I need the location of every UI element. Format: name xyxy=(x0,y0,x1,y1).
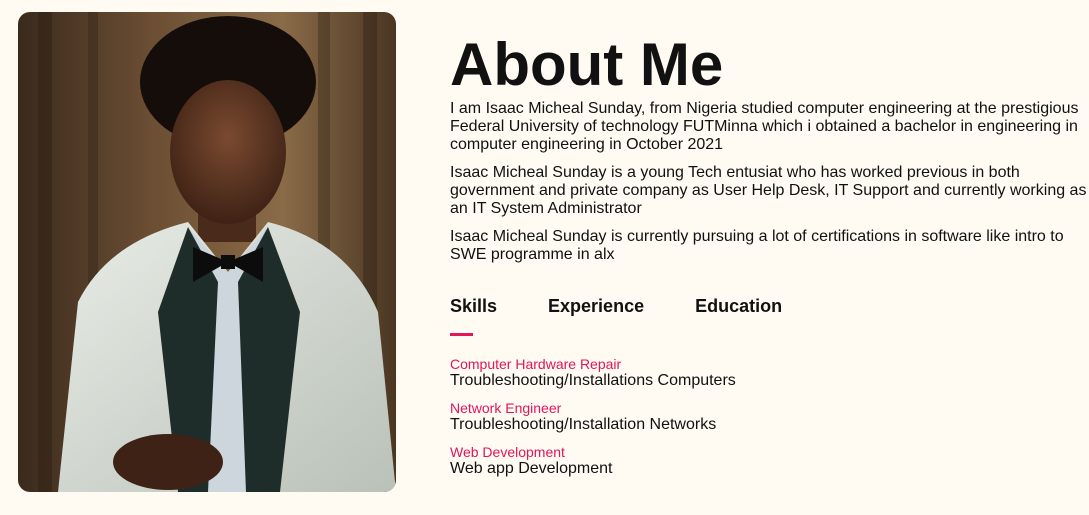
skills-list: Computer Hardware Repair Troubleshooting… xyxy=(450,356,1089,478)
tab-skills[interactable]: Skills xyxy=(450,296,497,320)
about-content: About Me I am Isaac Micheal Sunday, from… xyxy=(450,30,1089,488)
tab-bar: Skills Experience Education xyxy=(450,296,1089,320)
skill-title: Network Engineer xyxy=(450,400,562,416)
about-section: About Me I am Isaac Micheal Sunday, from… xyxy=(0,0,1089,515)
skill-title: Web Development xyxy=(450,444,565,460)
about-paragraph: I am Isaac Micheal Sunday, from Nigeria … xyxy=(450,100,1079,153)
list-item: Network Engineer Troubleshooting/Install… xyxy=(450,400,1089,434)
page-title: About Me xyxy=(450,31,724,98)
active-tab-indicator xyxy=(450,333,473,336)
skill-description: Web app Development xyxy=(450,460,613,477)
skill-title: Computer Hardware Repair xyxy=(450,356,622,372)
list-item: Computer Hardware Repair Troubleshooting… xyxy=(450,356,1089,390)
about-paragraph: Isaac Micheal Sunday is currently pursui… xyxy=(450,228,1064,263)
profile-photo xyxy=(18,12,396,492)
list-item: Web Development Web app Development xyxy=(450,444,1089,478)
about-paragraph: Isaac Micheal Sunday is a young Tech ent… xyxy=(450,164,1087,217)
skill-description: Troubleshooting/Installations Computers xyxy=(450,372,736,389)
skill-description: Troubleshooting/Installation Networks xyxy=(450,416,717,433)
tab-experience[interactable]: Experience xyxy=(548,296,644,320)
tab-education[interactable]: Education xyxy=(695,296,782,320)
